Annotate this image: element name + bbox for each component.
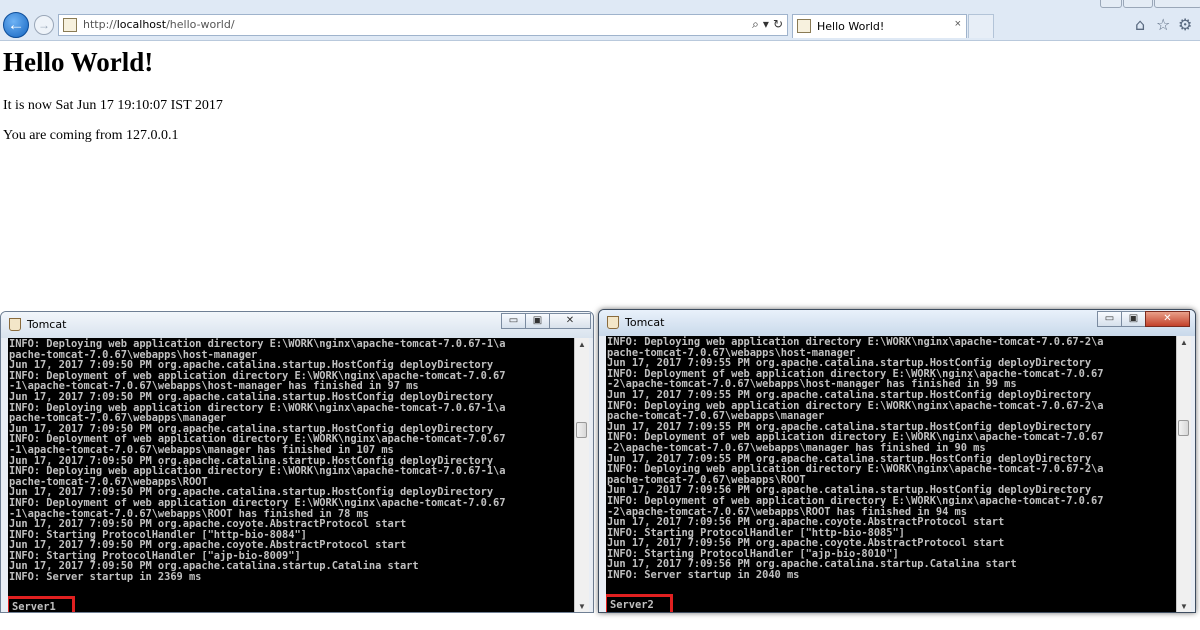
window-title: Tomcat	[625, 316, 665, 329]
window-title-bar[interactable]: Tomcat ▭ ▣ ✕	[1, 312, 593, 338]
page-title: Hello World!	[3, 47, 154, 77]
tab-title: Hello World!	[817, 20, 885, 33]
maximize-button[interactable]: ▣	[1121, 311, 1146, 327]
server-name-label: Server2	[606, 594, 673, 612]
console-log-text: INFO: Deploying web application director…	[9, 338, 506, 584]
scroll-down-arrow-icon[interactable]: ▼	[1177, 600, 1191, 612]
maximize-icon: ▣	[532, 315, 543, 326]
console-scrollbar[interactable]: ▲ ▼	[574, 338, 589, 612]
url-prefix: http://	[83, 18, 117, 31]
tab-favicon-icon	[797, 19, 811, 33]
scroll-up-arrow-icon[interactable]: ▲	[575, 338, 589, 352]
address-bar-controls: ⌕ ▾ ↻	[748, 17, 783, 32]
gear-icon[interactable]: ⚙	[1178, 15, 1192, 34]
maximize-icon: ▣	[1128, 313, 1139, 324]
scroll-up-arrow-icon[interactable]: ▲	[1177, 336, 1191, 350]
close-icon: ✕	[1163, 313, 1172, 324]
tab-hello-world[interactable]: Hello World! ×	[792, 14, 967, 38]
console-output[interactable]: INFO: Deploying web application director…	[606, 336, 1176, 612]
close-button[interactable]: ✕	[549, 313, 591, 329]
page-favicon-icon	[63, 18, 77, 32]
scroll-down-arrow-icon[interactable]: ▼	[575, 600, 589, 612]
forward-arrow-icon: →	[38, 18, 50, 32]
tomcat-window-server1[interactable]: Tomcat ▭ ▣ ✕ INFO: Deploying web applica…	[0, 311, 594, 613]
scroll-thumb[interactable]	[576, 422, 587, 438]
java-cup-icon	[607, 316, 619, 329]
close-button[interactable]: ✕	[1145, 311, 1190, 327]
tomcat-window-server2[interactable]: Tomcat ▭ ▣ ✕ INFO: Deploying web applica…	[598, 309, 1196, 613]
url-host: localhost	[116, 18, 167, 31]
client-address-text: You are coming from 127.0.0.1	[3, 128, 179, 143]
favorites-star-icon[interactable]: ☆	[1156, 15, 1170, 34]
close-icon: ✕	[565, 315, 575, 326]
browser-close-button[interactable]	[1154, 0, 1200, 8]
home-icon[interactable]: ⌂	[1135, 15, 1145, 34]
browser-maximize-button[interactable]	[1123, 0, 1153, 8]
refresh-icon[interactable]: ↻	[773, 17, 783, 31]
window-title: Tomcat	[27, 318, 67, 331]
url-text[interactable]: http://localhost/hello-world/	[83, 18, 235, 31]
browser-minimize-button[interactable]	[1100, 0, 1122, 8]
url-path: /hello-world/	[166, 18, 235, 31]
new-tab-button[interactable]	[968, 14, 994, 38]
maximize-button[interactable]: ▣	[525, 313, 550, 329]
java-cup-icon	[9, 318, 21, 331]
console-output[interactable]: INFO: Deploying web application director…	[8, 338, 574, 612]
browser-chrome: ← → http://localhost/hello-world/ ⌕ ▾ ↻ He…	[0, 0, 1200, 41]
current-time-text: It is now Sat Jun 17 19:10:07 IST 2017	[3, 98, 223, 113]
minimize-icon: ▭	[1104, 313, 1115, 324]
console-log-text: INFO: Deploying web application director…	[607, 336, 1104, 582]
address-bar[interactable]: http://localhost/hello-world/ ⌕ ▾ ↻	[58, 14, 788, 36]
chevron-down-icon[interactable]: ▾	[763, 17, 769, 31]
forward-button[interactable]: →	[34, 15, 54, 35]
back-button[interactable]: ←	[3, 12, 29, 38]
server-name-label: Server1	[8, 596, 75, 612]
back-arrow-icon: ←	[7, 15, 25, 34]
console-scrollbar[interactable]: ▲ ▼	[1176, 336, 1191, 612]
minimize-button[interactable]: ▭	[501, 313, 526, 329]
minimize-icon: ▭	[508, 315, 519, 326]
search-icon[interactable]: ⌕	[752, 17, 759, 31]
window-title-bar[interactable]: Tomcat ▭ ▣ ✕	[599, 310, 1195, 336]
minimize-button[interactable]: ▭	[1097, 311, 1122, 327]
scroll-thumb[interactable]	[1178, 420, 1189, 436]
close-tab-icon[interactable]: ×	[955, 18, 961, 30]
